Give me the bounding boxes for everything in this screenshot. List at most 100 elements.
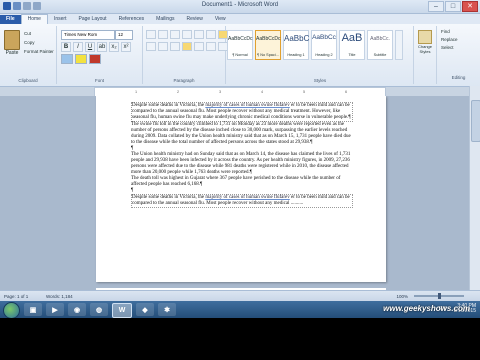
style-preview: AaBbC	[284, 34, 310, 43]
change-styles-group: Change Styles	[414, 26, 437, 84]
style-no-spacing[interactable]: AaBbCcDc ¶ No Spaci...	[255, 30, 281, 60]
paragraph-list-row	[146, 30, 228, 39]
justify-icon[interactable]	[182, 42, 192, 51]
select-button[interactable]: Select	[441, 45, 476, 50]
change-styles-button[interactable]: Change Styles	[416, 30, 434, 58]
style-preview: AaBbCc.	[370, 36, 390, 42]
style-normal[interactable]: AaBbCcDc ¶ Normal	[227, 30, 253, 60]
style-preview: AaBbCcDc	[228, 36, 253, 42]
style-name: Title	[348, 53, 356, 57]
taskbar-word-icon[interactable]: W	[112, 303, 132, 318]
font-name-select[interactable]: Times New Rom	[61, 30, 115, 40]
document-paragraph[interactable]: The Union health ministry had on Sunday …	[131, 152, 353, 176]
highlight-color-button[interactable]	[75, 54, 87, 64]
change-styles-label: Change Styles	[417, 44, 432, 54]
sort-icon[interactable]	[206, 30, 216, 39]
document-paragraph[interactable]: The death toll was highest in Gujarat wh…	[131, 176, 353, 188]
page-count[interactable]: Page: 1 of 1	[4, 292, 28, 301]
font-color-button[interactable]	[89, 54, 101, 64]
hyperlink-text[interactable]: majority of cases of human swine flufare…	[205, 103, 289, 108]
close-button[interactable]: ✕	[462, 1, 478, 12]
maximize-button[interactable]: □	[445, 1, 461, 12]
zoom-level[interactable]: 100%	[396, 292, 408, 301]
paragraph-text: The death toll was highest in Gujarat wh…	[131, 176, 341, 187]
scrollbar-thumb[interactable]	[471, 100, 480, 142]
tab-file[interactable]: File	[0, 15, 21, 24]
styles-gallery: AaBbCcDc ¶ Normal AaBbCcDc ¶ No Spaci...…	[227, 30, 403, 60]
style-name: ¶ Normal	[232, 53, 248, 57]
styles-scroll-arrows[interactable]	[395, 30, 403, 60]
font-group-label: Font	[94, 78, 104, 83]
style-subtitle[interactable]: AaBbCc. Subtitle	[367, 30, 393, 60]
clipboard-group-label: Clipboard	[18, 78, 38, 83]
paste-icon	[4, 30, 20, 50]
minimize-button[interactable]: –	[428, 1, 444, 12]
find-button[interactable]: Find	[441, 29, 476, 34]
format-painter-button[interactable]: Format Painter	[24, 49, 54, 54]
taskbar-explorer-icon[interactable]: ▣	[24, 303, 42, 316]
redo-icon[interactable]	[33, 2, 41, 10]
cut-button[interactable]: Cut	[24, 31, 31, 36]
vertical-scrollbar[interactable]	[469, 86, 480, 290]
text-effects-button[interactable]	[61, 54, 73, 64]
paragraph-text: Despite some deaths in Victoria, the	[132, 103, 206, 108]
decrease-indent-icon[interactable]	[182, 30, 192, 39]
tab-review[interactable]: Review	[181, 15, 209, 24]
style-heading-2[interactable]: AaBbCc Heading 2	[311, 30, 337, 60]
align-left-icon[interactable]	[146, 42, 156, 51]
document-paragraph[interactable]: Despite some deaths in Victoria, the maj…	[131, 102, 353, 122]
taskbar-media-icon[interactable]: ▶	[46, 303, 64, 316]
bold-button[interactable]: B	[61, 42, 71, 52]
superscript-button[interactable]: x²	[121, 42, 131, 52]
line-spacing-icon[interactable]	[194, 42, 204, 51]
font-format-row: B I U ab x₂ x²	[61, 42, 131, 52]
document-body[interactable]: Despite some deaths in Victoria, the maj…	[131, 102, 353, 208]
font-size-select[interactable]: 12	[115, 30, 133, 40]
tab-references[interactable]: References	[113, 15, 151, 24]
word-count[interactable]: Words: 1,184	[46, 292, 73, 301]
undo-icon[interactable]	[23, 2, 31, 10]
paragraph-text: The Union health ministry had on Sunday …	[131, 152, 351, 175]
taskbar-app7-icon[interactable]: ✱	[158, 303, 176, 316]
styles-group-label: Styles	[313, 78, 327, 83]
save-icon[interactable]	[13, 2, 21, 10]
taskbar-app6-icon[interactable]: ◆	[136, 303, 154, 316]
tab-mailings[interactable]: Mailings	[150, 15, 180, 24]
style-heading-1[interactable]: AaBbC Heading 1	[283, 30, 309, 60]
align-center-icon[interactable]	[158, 42, 168, 51]
tab-insert[interactable]: Insert	[48, 15, 73, 24]
increase-indent-icon[interactable]	[194, 30, 204, 39]
italic-button[interactable]: I	[73, 42, 83, 52]
ruler-tick: 4	[261, 90, 264, 94]
taskbar-chrome-icon[interactable]: ◉	[68, 303, 86, 316]
style-preview: AaBbCc	[312, 34, 336, 41]
multilevel-list-icon[interactable]	[170, 30, 180, 39]
bullets-icon[interactable]	[146, 30, 156, 39]
strikethrough-button[interactable]: ab	[97, 42, 107, 52]
start-button[interactable]	[3, 302, 20, 319]
tab-view[interactable]: View	[209, 15, 232, 24]
taskbar-firefox-icon[interactable]: ◍	[90, 303, 108, 316]
zoom-slider-knob[interactable]	[438, 293, 441, 299]
shading-icon[interactable]	[206, 42, 216, 51]
numbering-icon[interactable]	[158, 30, 168, 39]
replace-button[interactable]: Replace	[441, 37, 476, 42]
document-paragraph[interactable]: Despite some deaths in Victoria, the maj…	[131, 194, 353, 208]
zoom-slider[interactable]	[414, 293, 464, 299]
window-controls: – □ ✕	[428, 1, 478, 12]
font-group: Times New Rom 12 B I U ab x₂ x² Font	[57, 26, 143, 84]
subscript-button[interactable]: x₂	[109, 42, 119, 52]
style-name: Heading 2	[315, 53, 333, 57]
copy-button[interactable]: Copy	[24, 40, 35, 45]
tab-home[interactable]: Home	[20, 14, 48, 24]
underline-button[interactable]: U	[85, 42, 95, 52]
document-paragraph[interactable]: The swine flu toll in the country climbe…	[131, 122, 353, 146]
align-right-icon[interactable]	[170, 42, 180, 51]
document-page[interactable]: Despite some deaths in Victoria, the maj…	[96, 96, 386, 282]
style-title[interactable]: AaB Title	[339, 30, 365, 60]
change-styles-icon	[418, 30, 432, 44]
paste-button[interactable]: Paste	[4, 30, 20, 56]
paragraph-text: ¶	[131, 146, 134, 151]
hyperlink-text[interactable]: majority of cases of human swine flufare…	[205, 195, 289, 200]
tab-page-layout[interactable]: Page Layout	[72, 15, 112, 24]
